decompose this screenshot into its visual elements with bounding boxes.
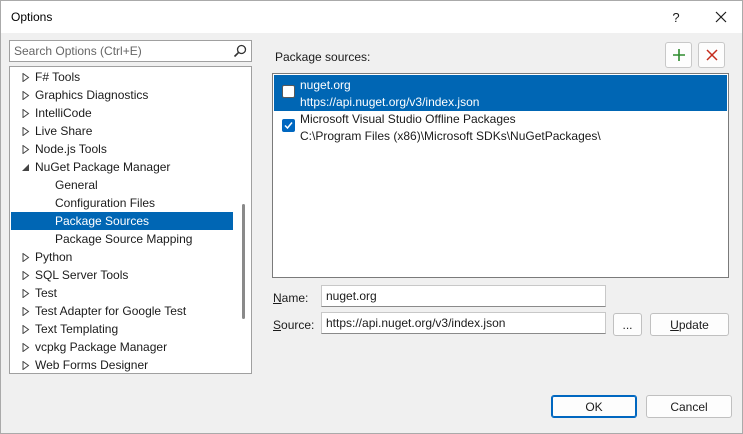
options-tree: F# Tools Graphics Diagnostics IntelliCode L… [9,66,252,374]
checkmark-icon [284,122,293,130]
collapsed-triangle-icon[interactable] [22,127,30,136]
ok-button[interactable]: OK [551,395,637,418]
collapsed-triangle-icon[interactable] [22,325,30,334]
tree-item-label: Package Source Mapping [55,232,193,246]
collapsed-triangle-icon[interactable] [22,91,30,100]
expanded-triangle-icon[interactable] [22,163,30,172]
options-dialog: Options ? F# Tools Graphics Diagnostics In… [0,0,743,434]
tree-item[interactable]: F# Tools [11,68,233,86]
collapsed-triangle-icon[interactable] [22,145,30,154]
x-icon [705,49,718,61]
tree-item-label: Test [35,286,58,300]
search-input[interactable] [10,41,228,61]
package-sources-label: Package sources: [275,50,371,64]
source-url: C:\Program Files (x86)\Microsoft SDKs\Nu… [300,129,601,143]
tree-item[interactable]: Package Sources [11,212,233,230]
collapsed-triangle-icon[interactable] [22,109,30,118]
tree-item[interactable]: Text Templating [11,320,233,338]
window-title: Options [11,10,53,24]
tree-item-label: Graphics Diagnostics [35,88,149,102]
collapsed-triangle-icon[interactable] [22,361,30,370]
tree-item[interactable]: Live Share [11,122,233,140]
tree-item-label: Node.js Tools [35,142,107,156]
title-bar: Options ? [1,1,742,33]
close-icon [715,11,727,23]
tree-item[interactable]: Test [11,284,233,302]
source-url: https://api.nuget.org/v3/index.json [300,95,480,109]
plus-icon [672,49,685,61]
browse-button[interactable]: ... [613,313,642,336]
tree-item[interactable]: SQL Server Tools [11,266,233,284]
tree-item-label: Configuration Files [55,196,156,210]
tree-item[interactable]: Graphics Diagnostics [11,86,233,104]
source-enabled-checkbox[interactable] [282,85,295,98]
collapsed-triangle-icon[interactable] [22,289,30,298]
collapsed-triangle-icon[interactable] [22,307,30,316]
name-field[interactable] [321,285,606,307]
package-source-item[interactable]: nuget.org https://api.nuget.org/v3/index.… [274,75,727,111]
source-name: Microsoft Visual Studio Offline Packages [300,112,516,126]
collapsed-triangle-icon[interactable] [22,73,30,82]
tree-item-label: IntelliCode [35,106,92,120]
source-name: nuget.org [300,78,351,92]
tree-item[interactable]: Test Adapter for Google Test [11,302,233,320]
add-source-button[interactable] [665,42,692,68]
tree-item[interactable]: NuGet Package Manager [11,158,233,176]
tree-item-label: vcpkg Package Manager [35,340,168,354]
update-button[interactable]: Update [650,313,729,336]
cancel-button[interactable]: Cancel [646,395,732,418]
tree-item-label: Text Templating [35,322,119,336]
tree-item-label: Web Forms Designer [35,358,149,372]
tree-item[interactable]: vcpkg Package Manager [11,338,233,356]
help-icon: ? [672,9,680,25]
name-label: Name: [273,291,309,305]
tree-item[interactable]: IntelliCode [11,104,233,122]
close-button[interactable] [701,1,741,33]
tree-item-label: Python [35,250,73,264]
search-box [9,40,252,62]
source-enabled-checkbox[interactable] [282,119,295,132]
collapsed-triangle-icon[interactable] [22,253,30,262]
tree-item[interactable]: Python [11,248,233,266]
tree-item-label: Live Share [35,124,93,138]
tree-item-label: Package Sources [55,214,150,228]
collapsed-triangle-icon[interactable] [22,271,30,280]
tree-item[interactable]: Node.js Tools [11,140,233,158]
source-field[interactable] [321,312,606,334]
tree-item[interactable]: General [11,176,233,194]
tree-item-label: SQL Server Tools [35,268,129,282]
tree-scrollbar[interactable] [242,204,245,319]
tree-item-label: General [55,178,98,192]
tree-item[interactable]: Configuration Files [11,194,233,212]
remove-source-button[interactable] [698,42,725,68]
search-icon[interactable] [232,43,248,59]
package-source-item[interactable]: Microsoft Visual Studio Offline Packages… [274,109,727,145]
tree-item-label: F# Tools [35,70,81,84]
tree-item[interactable]: Package Source Mapping [11,230,233,248]
collapsed-triangle-icon[interactable] [22,343,30,352]
tree-item[interactable]: Web Forms Designer [11,356,233,373]
source-label: Source: [273,318,315,332]
help-button[interactable]: ? [656,1,696,33]
tree-item-label: Test Adapter for Google Test [35,304,187,318]
tree-item-label: NuGet Package Manager [35,160,171,174]
package-source-list: nuget.org https://api.nuget.org/v3/index.… [272,73,729,278]
